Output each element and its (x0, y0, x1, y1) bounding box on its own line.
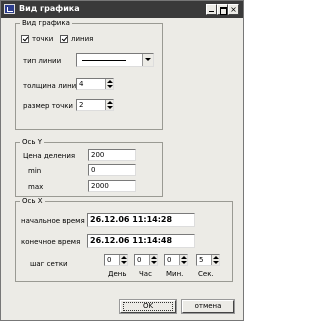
point-size-label: размер точки (23, 102, 73, 110)
step-min-unit: Мин. (166, 270, 184, 278)
y-axis-group: Ось Y Цена деления 200 min 0 max 2000 (15, 138, 163, 197)
line-style-sample (82, 60, 126, 61)
point-size-spin[interactable] (105, 100, 113, 110)
line-label: линия (71, 35, 94, 43)
line-width-stepper[interactable]: 4 (76, 78, 114, 90)
close-button[interactable]: × (228, 4, 239, 15)
division-value: 200 (91, 151, 105, 159)
step-sec-unit: Сек. (198, 270, 214, 278)
min-label: min (28, 167, 42, 175)
step-sec-stepper[interactable]: 5 (196, 254, 220, 266)
min-field[interactable]: 0 (88, 164, 136, 176)
max-label: max (28, 183, 44, 191)
line-width-spin[interactable] (105, 79, 113, 89)
step-day-stepper[interactable]: 0 (104, 254, 128, 266)
chevron-down-icon[interactable] (142, 54, 153, 66)
start-time-value: 26.12.06 11:14:28 (90, 215, 173, 224)
max-value: 2000 (91, 182, 109, 190)
point-size-stepper[interactable]: 2 (76, 99, 114, 111)
start-time-field[interactable]: 26.12.06 11:14:28 (87, 213, 195, 227)
cancel-button-label: отмена (194, 302, 222, 310)
step-day-value: 0 (107, 256, 112, 264)
x-axis-group: Ось X начальное время 26.12.06 11:14:28 … (15, 197, 233, 282)
window-title: Вид графика (19, 4, 80, 13)
end-time-field[interactable]: 26.12.06 11:14:48 (87, 234, 195, 248)
line-width-value: 4 (79, 80, 84, 88)
step-hour-value: 0 (137, 256, 142, 264)
y-axis-legend: Ось Y (20, 138, 44, 146)
step-day-unit: День (108, 270, 127, 278)
end-time-label: конечное время (21, 238, 81, 246)
points-label: точки (32, 35, 54, 43)
start-time-label: начальное время (21, 217, 85, 225)
ok-focus-ring (123, 302, 173, 311)
ok-button[interactable]: OK (119, 299, 177, 314)
step-sec-value: 5 (199, 256, 204, 264)
app-icon (4, 4, 15, 14)
point-size-value: 2 (79, 101, 84, 109)
min-value: 0 (91, 166, 96, 174)
x-axis-legend: Ось X (20, 197, 45, 205)
step-min-value: 0 (167, 256, 172, 264)
end-time-value: 26.12.06 11:14:48 (90, 236, 173, 245)
grid-step-label: шаг сетки (30, 260, 68, 268)
points-checkbox[interactable] (21, 35, 29, 43)
step-hour-unit: Час (139, 270, 152, 278)
step-min-spin[interactable] (179, 255, 187, 265)
division-label: Цена деления (23, 152, 76, 160)
step-day-spin[interactable] (119, 255, 127, 265)
title-bar[interactable]: Вид графика × (1, 1, 243, 18)
line-checkbox[interactable] (60, 35, 68, 43)
minimize-button[interactable] (206, 4, 217, 15)
view-group: Вид графика точки линия тип линии толщин… (15, 19, 163, 130)
step-hour-spin[interactable] (149, 255, 157, 265)
dialog-window: Вид графика × Вид графика точки линия ти… (0, 0, 244, 321)
line-width-label: толщина линии (23, 82, 81, 90)
view-group-legend: Вид графика (20, 19, 72, 27)
max-field[interactable]: 2000 (88, 180, 136, 192)
cancel-button[interactable]: отмена (181, 299, 235, 314)
step-min-stepper[interactable]: 0 (164, 254, 188, 266)
line-type-label: тип линии (23, 57, 62, 65)
line-type-select[interactable] (76, 53, 154, 67)
step-hour-stepper[interactable]: 0 (134, 254, 158, 266)
step-sec-spin[interactable] (211, 255, 219, 265)
maximize-button[interactable] (217, 4, 228, 15)
division-field[interactable]: 200 (88, 149, 136, 161)
